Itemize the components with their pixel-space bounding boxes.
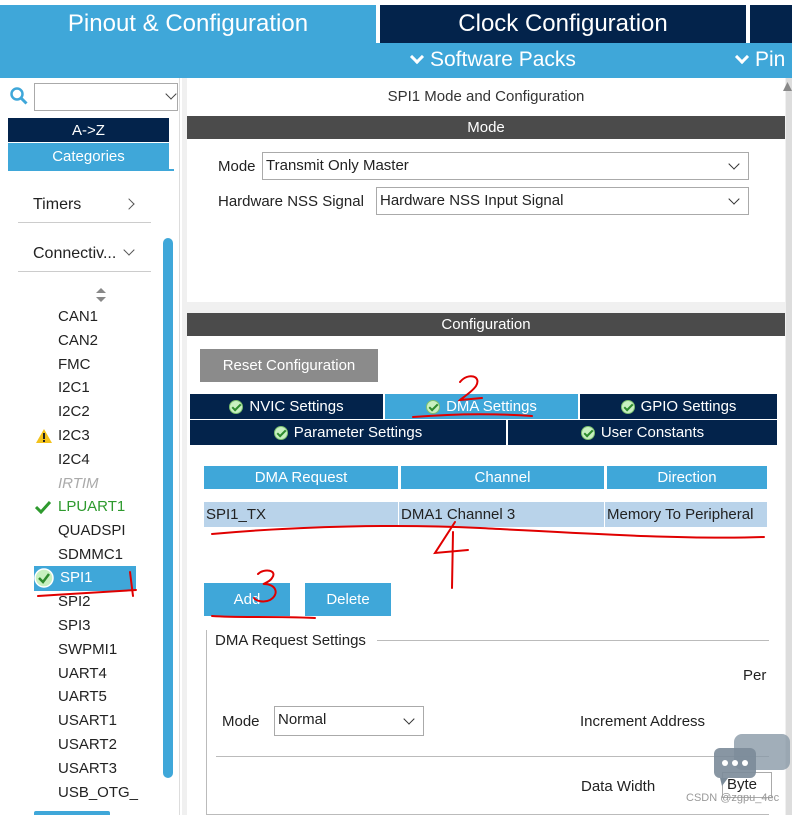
annotation-underline-1 (37, 589, 137, 597)
annotation-number-2 (457, 375, 483, 402)
annotation-number-4-b (451, 531, 454, 589)
annotation-number-3 (253, 569, 277, 603)
annotation-underline-4 (211, 525, 765, 539)
annotation-overlay (37, 375, 765, 619)
annotation-marks (37, 375, 765, 619)
annotation-number-1 (129, 571, 134, 597)
chat-icon[interactable] (712, 732, 792, 792)
annotation-underline-2 (412, 413, 533, 418)
watermark: CSDN @zgpu_4ec (686, 792, 780, 804)
annotation-underline-3 (211, 615, 316, 619)
